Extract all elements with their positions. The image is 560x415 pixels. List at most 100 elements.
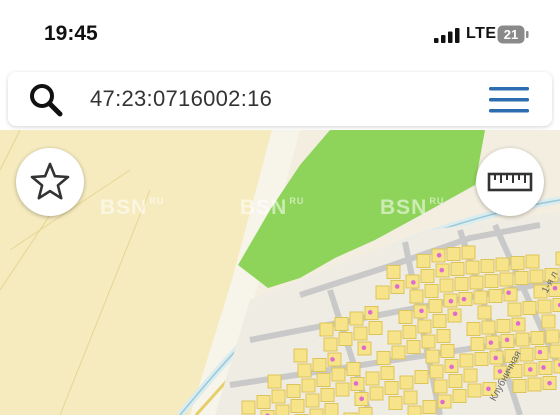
land-parcel[interactable]	[503, 287, 518, 302]
search-icon[interactable]	[28, 82, 64, 118]
search-input[interactable]: 47:23:0716002:16	[90, 86, 272, 112]
land-parcel[interactable]	[514, 271, 529, 285]
land-parcel[interactable]	[407, 405, 422, 415]
land-parcel[interactable]	[549, 344, 560, 359]
land-parcel[interactable]	[324, 403, 339, 415]
favorite-button[interactable]	[16, 148, 84, 216]
land-parcel[interactable]	[335, 382, 350, 397]
land-parcel[interactable]	[477, 305, 492, 320]
land-parcel[interactable]	[465, 260, 480, 275]
land-parcel[interactable]	[495, 257, 510, 272]
land-parcel[interactable]	[416, 254, 431, 268]
land-parcel[interactable]	[417, 319, 432, 334]
land-parcel[interactable]	[530, 331, 545, 345]
land-parcel[interactable]	[446, 247, 461, 261]
land-parcel[interactable]	[409, 289, 424, 304]
land-parcel[interactable]	[309, 408, 324, 415]
land-parcel[interactable]	[387, 330, 402, 345]
land-parcel[interactable]	[440, 344, 455, 358]
land-parcel[interactable]	[459, 353, 474, 368]
land-parcel[interactable]	[473, 290, 488, 305]
land-parcel[interactable]	[398, 310, 413, 324]
land-parcel[interactable]	[439, 278, 454, 293]
land-parcel[interactable]	[346, 362, 361, 376]
land-parcel[interactable]	[470, 337, 485, 351]
land-parcel[interactable]	[428, 299, 443, 313]
land-parcel[interactable]	[496, 319, 511, 333]
land-parcel[interactable]	[241, 400, 256, 415]
land-parcel[interactable]	[527, 377, 542, 392]
land-parcel[interactable]	[403, 390, 418, 405]
land-parcel[interactable]	[510, 256, 525, 270]
land-parcel[interactable]	[515, 332, 530, 347]
map-view[interactable]: BSN RU BSN RU BSN RU 1-я л Клубничная	[0, 130, 560, 415]
land-parcel[interactable]	[369, 386, 384, 401]
measure-button[interactable]	[476, 148, 544, 216]
land-parcel[interactable]	[436, 329, 451, 343]
land-parcel[interactable]	[301, 378, 316, 393]
land-parcel[interactable]	[463, 368, 478, 383]
land-parcel[interactable]	[286, 384, 301, 398]
land-parcel[interactable]	[466, 322, 481, 336]
land-parcel[interactable]	[399, 375, 414, 390]
land-parcel[interactable]	[433, 379, 448, 394]
land-parcel[interactable]	[522, 301, 537, 315]
land-parcel[interactable]	[454, 277, 469, 291]
land-parcel[interactable]	[384, 381, 399, 395]
land-parcel[interactable]	[488, 289, 503, 303]
land-parcel[interactable]	[375, 285, 390, 300]
land-parcel[interactable]	[467, 383, 482, 398]
land-parcel[interactable]	[420, 269, 435, 283]
land-parcel[interactable]	[319, 322, 334, 337]
land-parcel[interactable]	[484, 274, 499, 288]
land-parcel[interactable]	[402, 325, 417, 339]
land-parcel[interactable]	[507, 302, 522, 317]
land-parcel[interactable]	[353, 326, 368, 341]
land-parcel[interactable]	[391, 345, 406, 360]
land-parcel[interactable]	[323, 337, 338, 352]
land-parcel[interactable]	[529, 269, 544, 284]
land-parcel[interactable]	[256, 395, 271, 409]
land-parcel[interactable]	[386, 265, 401, 279]
land-parcel[interactable]	[461, 245, 476, 260]
land-parcel[interactable]	[297, 363, 312, 378]
land-parcel[interactable]	[380, 366, 395, 380]
land-parcel[interactable]	[537, 299, 552, 314]
land-parcel[interactable]	[469, 275, 484, 290]
land-parcel[interactable]	[338, 332, 353, 346]
land-parcel[interactable]	[331, 367, 346, 382]
land-parcel[interactable]	[365, 371, 380, 386]
land-parcel[interactable]	[555, 251, 560, 266]
land-parcel[interactable]	[541, 314, 556, 329]
land-parcel[interactable]	[358, 407, 373, 415]
land-parcel[interactable]	[320, 388, 335, 402]
land-parcel[interactable]	[388, 396, 403, 410]
land-parcel[interactable]	[271, 389, 286, 404]
land-parcel[interactable]	[481, 320, 496, 335]
land-parcel[interactable]	[275, 404, 290, 415]
search-bar[interactable]: 47:23:0716002:16	[8, 72, 552, 126]
land-parcel[interactable]	[406, 340, 421, 354]
land-parcel[interactable]	[480, 259, 495, 273]
land-parcel[interactable]	[422, 400, 437, 414]
land-parcel[interactable]	[429, 364, 444, 379]
land-parcel[interactable]	[368, 321, 383, 335]
land-parcel[interactable]	[545, 329, 560, 344]
land-parcel[interactable]	[305, 393, 320, 408]
land-parcel[interactable]	[450, 262, 465, 276]
land-parcel[interactable]	[349, 311, 364, 326]
land-parcel[interactable]	[425, 349, 440, 364]
land-parcel[interactable]	[432, 314, 447, 328]
land-parcel[interactable]	[512, 379, 527, 393]
land-parcel[interactable]	[334, 317, 349, 331]
hamburger-menu-icon[interactable]	[488, 85, 530, 115]
land-parcel[interactable]	[424, 284, 439, 298]
land-parcel[interactable]	[474, 352, 489, 366]
land-parcel[interactable]	[414, 370, 429, 384]
land-parcel[interactable]	[290, 399, 305, 413]
land-parcel[interactable]	[448, 374, 463, 388]
land-parcel[interactable]	[421, 334, 436, 349]
land-parcel[interactable]	[267, 374, 282, 389]
land-parcel[interactable]	[316, 373, 331, 387]
land-parcel[interactable]	[376, 351, 391, 365]
